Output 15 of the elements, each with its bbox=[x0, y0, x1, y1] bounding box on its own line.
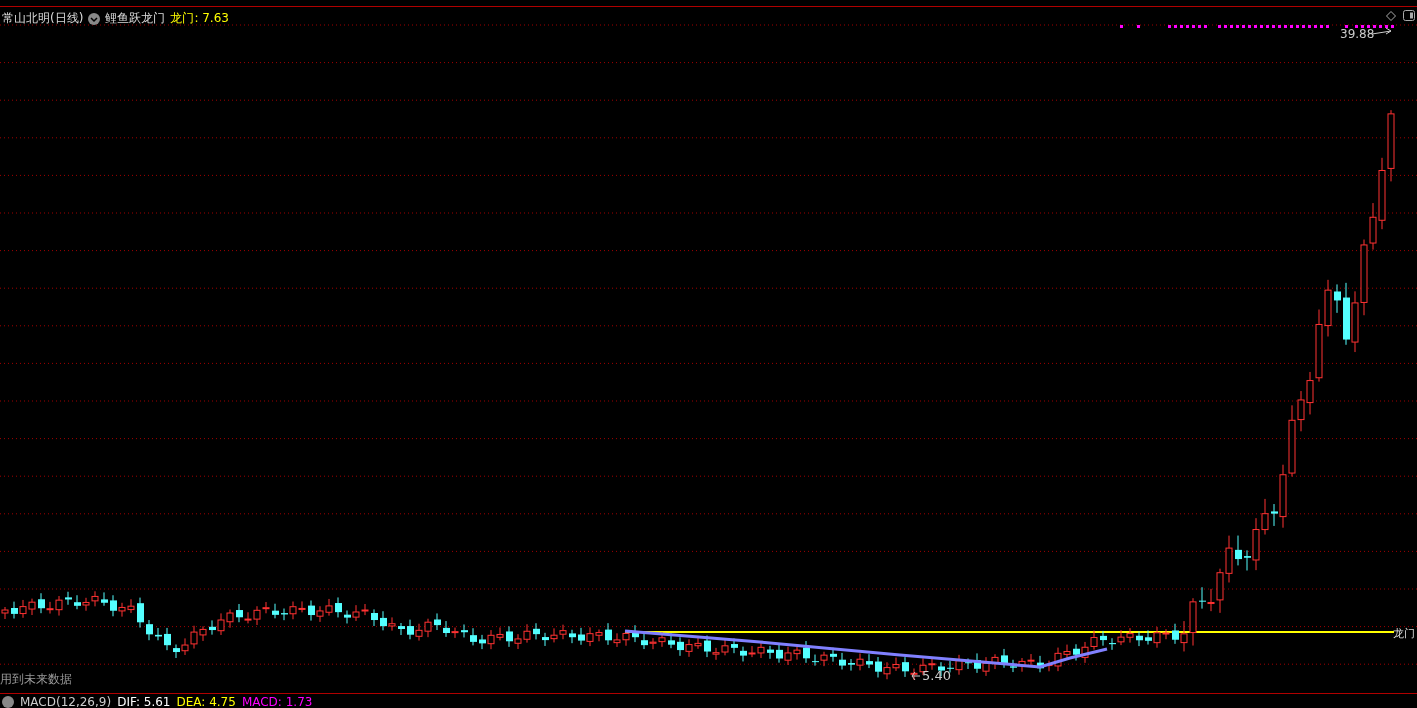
chart-title: 常山北明(日线) bbox=[2, 10, 84, 27]
level-line-label: 龙门 bbox=[1393, 626, 1415, 641]
dea-value: DEA: 4.75 bbox=[176, 695, 236, 708]
dif-value: DIF: 5.61 bbox=[117, 695, 171, 708]
diamond-icon[interactable] bbox=[1386, 11, 1396, 21]
arrow-icon bbox=[911, 671, 921, 681]
macd-title: MACD(12,26,9) bbox=[20, 695, 112, 708]
warning-note: 用到未来数据 bbox=[0, 671, 72, 688]
panel-toggle-icon[interactable] bbox=[1403, 10, 1415, 21]
price-low-label: 5.40 bbox=[922, 668, 951, 683]
indicator-name: 鲤鱼跃龙门 bbox=[105, 10, 166, 27]
macd-value: MACD: 1.73 bbox=[241, 695, 313, 708]
chevron-down-icon[interactable] bbox=[88, 12, 101, 25]
price-high-label: 39.88 bbox=[1340, 27, 1375, 41]
indicator-value: 龙门: 7.63 bbox=[170, 10, 229, 27]
